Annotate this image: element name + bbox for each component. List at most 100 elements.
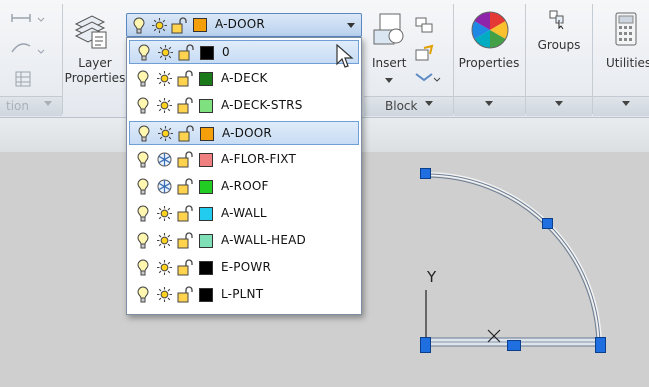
edit-block-icon[interactable] — [414, 44, 436, 64]
block-attributes-icon[interactable] — [414, 70, 442, 88]
layer-frozen-snowflake-icon[interactable] — [156, 151, 173, 168]
layer-color-swatch[interactable] — [199, 72, 213, 86]
layer-on-bulb-icon[interactable] — [138, 125, 150, 142]
layer-row[interactable]: L-PLNT — [129, 283, 359, 307]
layer-thawed-sun-icon[interactable] — [156, 205, 173, 222]
layer-on-bulb-icon[interactable] — [138, 44, 150, 61]
layer-unlocked-icon[interactable] — [177, 286, 193, 303]
layer-on-bulb-icon[interactable] — [137, 70, 149, 87]
layer-color-swatch[interactable] — [199, 153, 213, 167]
layer-color-swatch[interactable] — [199, 288, 213, 302]
properties-footer-arrow-icon[interactable] — [485, 101, 493, 106]
layer-properties-icon[interactable] — [74, 10, 108, 50]
grip-square[interactable] — [595, 337, 606, 353]
groups-panel-footer[interactable] — [526, 96, 592, 116]
groups-label[interactable]: Groups — [531, 38, 587, 53]
layer-color-swatch[interactable] — [200, 127, 214, 141]
layer-thawed-sun-icon[interactable] — [156, 286, 173, 303]
block-footer-label: Block — [385, 99, 418, 113]
layer-thawed-sun-icon[interactable] — [156, 70, 173, 87]
layer-dropdown[interactable]: A-DOOR — [126, 13, 362, 37]
grip-square[interactable] — [420, 337, 431, 353]
layer-thawed-sun-icon[interactable] — [156, 232, 173, 249]
layer-color-swatch[interactable] — [199, 234, 213, 248]
utilities-label[interactable]: Utilities — [606, 56, 649, 71]
grip-square[interactable] — [420, 168, 431, 179]
layer-color-swatch[interactable] — [199, 207, 213, 221]
panel-separator — [62, 4, 63, 114]
layer-frozen-snowflake-icon[interactable] — [156, 178, 173, 195]
layer-row[interactable]: A-ROOF — [129, 175, 359, 199]
insert-block-icon[interactable] — [372, 12, 408, 48]
layer-thawed-sun-icon[interactable] — [156, 97, 173, 114]
utilities-calculator-icon[interactable] — [615, 12, 637, 46]
layer-row[interactable]: A-FLOR-FIXT — [129, 148, 359, 172]
layer-name: E-POWR — [221, 260, 271, 274]
utilities-footer-arrow-icon[interactable] — [622, 101, 630, 106]
layer-unlocked-icon[interactable] — [177, 70, 193, 87]
layer-unlocked-icon[interactable] — [177, 151, 193, 168]
layer-color-swatch — [193, 18, 207, 32]
properties-panel-footer[interactable] — [454, 96, 525, 116]
insert-label[interactable]: Insert — [372, 56, 406, 71]
layer-row[interactable]: 0 — [129, 40, 359, 64]
layer-unlocked-icon — [171, 17, 187, 34]
layer-unlocked-icon[interactable] — [177, 232, 193, 249]
layer-name: L-PLNT — [221, 287, 264, 301]
layer-row[interactable]: A-DECK — [129, 67, 359, 91]
layer-on-bulb-icon[interactable] — [137, 205, 149, 222]
grip-square[interactable] — [542, 218, 553, 229]
layer-on-bulb-icon[interactable] — [137, 286, 149, 303]
layer-row[interactable]: A-WALL — [129, 202, 359, 226]
layer-color-swatch[interactable] — [199, 99, 213, 113]
groups-footer-arrow-icon[interactable] — [555, 101, 563, 106]
layer-properties-label-line-2: Properties — [64, 71, 126, 85]
layer-on-bulb-icon[interactable] — [137, 151, 149, 168]
layer-unlocked-icon[interactable] — [178, 125, 194, 142]
layer-name: A-ROOF — [221, 179, 269, 193]
annotation-footer-arrow-icon[interactable] — [44, 101, 52, 106]
layer-on-bulb-icon[interactable] — [137, 178, 149, 195]
grip-square[interactable] — [507, 340, 521, 351]
properties-label[interactable]: Properties — [458, 56, 520, 71]
layer-row[interactable]: A-DOOR — [129, 121, 359, 145]
layer-name: A-WALL-HEAD — [221, 233, 306, 247]
line-tool-icon[interactable] — [8, 10, 48, 90]
layer-on-bulb-icon[interactable] — [137, 232, 149, 249]
chevron-down-icon[interactable] — [347, 23, 355, 28]
layer-thawed-sun-icon — [152, 18, 167, 33]
layer-unlocked-icon[interactable] — [177, 259, 193, 276]
layer-thawed-sun-icon[interactable] — [156, 259, 173, 276]
utilities-panel-footer[interactable] — [593, 96, 649, 116]
layer-unlocked-icon[interactable] — [177, 97, 193, 114]
layer-on-bulb-icon — [133, 17, 145, 34]
layer-unlocked-icon[interactable] — [178, 44, 194, 61]
ucs-y-label: Y — [426, 268, 437, 286]
layer-row[interactable]: A-WALL-HEAD — [129, 229, 359, 253]
layer-unlocked-icon[interactable] — [177, 205, 193, 222]
layer-row[interactable]: A-DECK-STRS — [129, 94, 359, 118]
layer-name: A-FLOR-FIXT — [221, 152, 297, 166]
layer-thawed-sun-icon[interactable] — [157, 44, 174, 61]
create-block-icon[interactable] — [414, 16, 436, 36]
properties-color-wheel-icon[interactable] — [470, 10, 510, 50]
layer-unlocked-icon[interactable] — [177, 178, 193, 195]
layer-thawed-sun-icon[interactable] — [157, 125, 174, 142]
mouse-cursor-icon — [336, 44, 354, 68]
layer-name: A-DOOR — [222, 126, 272, 140]
layer-on-bulb-icon[interactable] — [137, 97, 149, 114]
layer-name: A-WALL — [221, 206, 267, 220]
layer-color-swatch[interactable] — [199, 261, 213, 275]
block-footer-arrow-icon[interactable] — [425, 101, 433, 106]
annotation-footer-label: tion — [6, 99, 29, 113]
groups-icon[interactable] — [549, 10, 567, 30]
layer-name: A-DECK-STRS — [221, 98, 303, 112]
current-layer-name: A-DOOR — [215, 17, 265, 31]
layer-properties-label[interactable]: Layer Properties — [64, 56, 126, 86]
layer-row[interactable]: E-POWR — [129, 256, 359, 280]
insert-dropdown-arrow-icon[interactable] — [385, 78, 393, 83]
layer-dropdown-list: 0 A-DECK A-DECK-STRS A-DOOR A-FLOR-FIXT A-ROO… — [126, 37, 362, 315]
layer-color-swatch[interactable] — [199, 180, 213, 194]
layer-color-swatch[interactable] — [200, 46, 214, 60]
layer-on-bulb-icon[interactable] — [137, 259, 149, 276]
